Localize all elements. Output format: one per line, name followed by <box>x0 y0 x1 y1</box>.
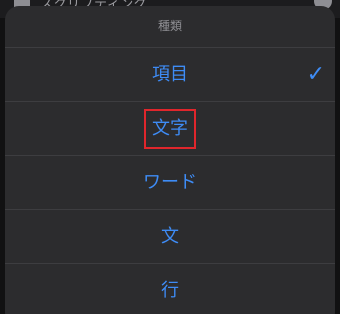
option-character-label: 文字 <box>152 118 188 139</box>
sheet-title: 種類 <box>5 6 335 48</box>
screen: スクリプティング 種類 項目 ✓ 文字 ワード 文 行 <box>0 0 340 314</box>
option-word[interactable]: ワード <box>5 156 335 210</box>
option-character[interactable]: 文字 <box>5 102 335 156</box>
checkmark-icon: ✓ <box>306 62 325 87</box>
type-picker-sheet: 種類 項目 ✓ 文字 ワード 文 行 <box>5 6 335 314</box>
option-word-label: ワード <box>143 172 197 193</box>
option-line-label: 行 <box>161 280 179 301</box>
option-line[interactable]: 行 <box>5 264 335 314</box>
option-item[interactable]: 項目 ✓ <box>5 48 335 102</box>
option-sentence[interactable]: 文 <box>5 210 335 264</box>
option-item-label: 項目 <box>152 64 188 85</box>
option-sentence-label: 文 <box>161 226 179 247</box>
highlight-box: 文字 <box>144 109 196 149</box>
